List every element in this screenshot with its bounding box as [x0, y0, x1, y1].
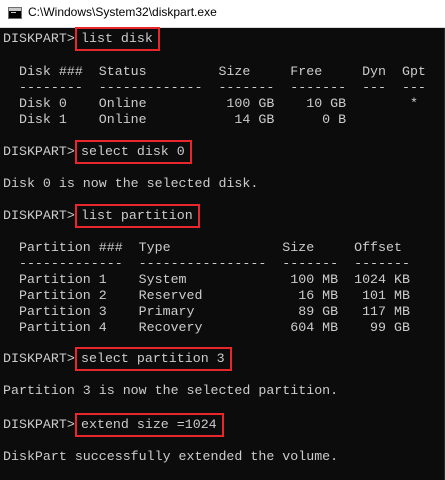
disk-table-divider: -------- ------------- ------- ------- -… — [3, 80, 426, 95]
highlighted-command-select-partition: select partition 3 — [75, 347, 232, 371]
partition-table-header: Partition ### Type Size Offset — [3, 240, 402, 255]
disk-table-row: Disk 1 Online 14 GB 0 B — [3, 112, 347, 127]
highlighted-command-list-disk: list disk — [75, 27, 160, 51]
disk-table-header: Disk ### Status Size Free Dyn Gpt — [3, 64, 426, 79]
output-message: Partition 3 is now the selected partitio… — [3, 383, 339, 398]
partition-table-divider: ------------- ---------------- ------- -… — [3, 256, 410, 271]
highlighted-command-extend: extend size =1024 — [75, 413, 224, 437]
output-message: DiskPart successfully extended the volum… — [3, 449, 339, 464]
prompt-label: DISKPART> — [3, 31, 75, 46]
partition-table-row: Partition 3 Primary 89 GB 117 MB — [3, 304, 410, 319]
prompt-label: DISKPART> — [3, 417, 75, 432]
prompt-label: DISKPART> — [3, 351, 75, 366]
disk-table-row: Disk 0 Online 100 GB 10 GB * — [3, 96, 418, 111]
title-bar[interactable]: C:\Windows\System32\diskpart.exe — [0, 0, 445, 28]
console-output[interactable]: DISKPART> list disk Disk ### Status Size… — [0, 27, 445, 480]
console-app-icon — [8, 7, 22, 19]
prompt-label: DISKPART> — [3, 208, 75, 223]
highlighted-command-list-partition: list partition — [75, 204, 200, 228]
partition-table-row: Partition 2 Reserved 16 MB 101 MB — [3, 288, 410, 303]
partition-table-row: Partition 1 System 100 MB 1024 KB — [3, 272, 410, 287]
highlighted-command-select-disk: select disk 0 — [75, 140, 192, 164]
partition-table-row: Partition 4 Recovery 604 MB 99 GB — [3, 320, 410, 335]
prompt-label: DISKPART> — [3, 144, 75, 159]
console-window: C:\Windows\System32\diskpart.exe DISKPAR… — [0, 0, 445, 480]
window-title: C:\Windows\System32\diskpart.exe — [28, 5, 217, 19]
output-message: Disk 0 is now the selected disk. — [3, 176, 259, 191]
